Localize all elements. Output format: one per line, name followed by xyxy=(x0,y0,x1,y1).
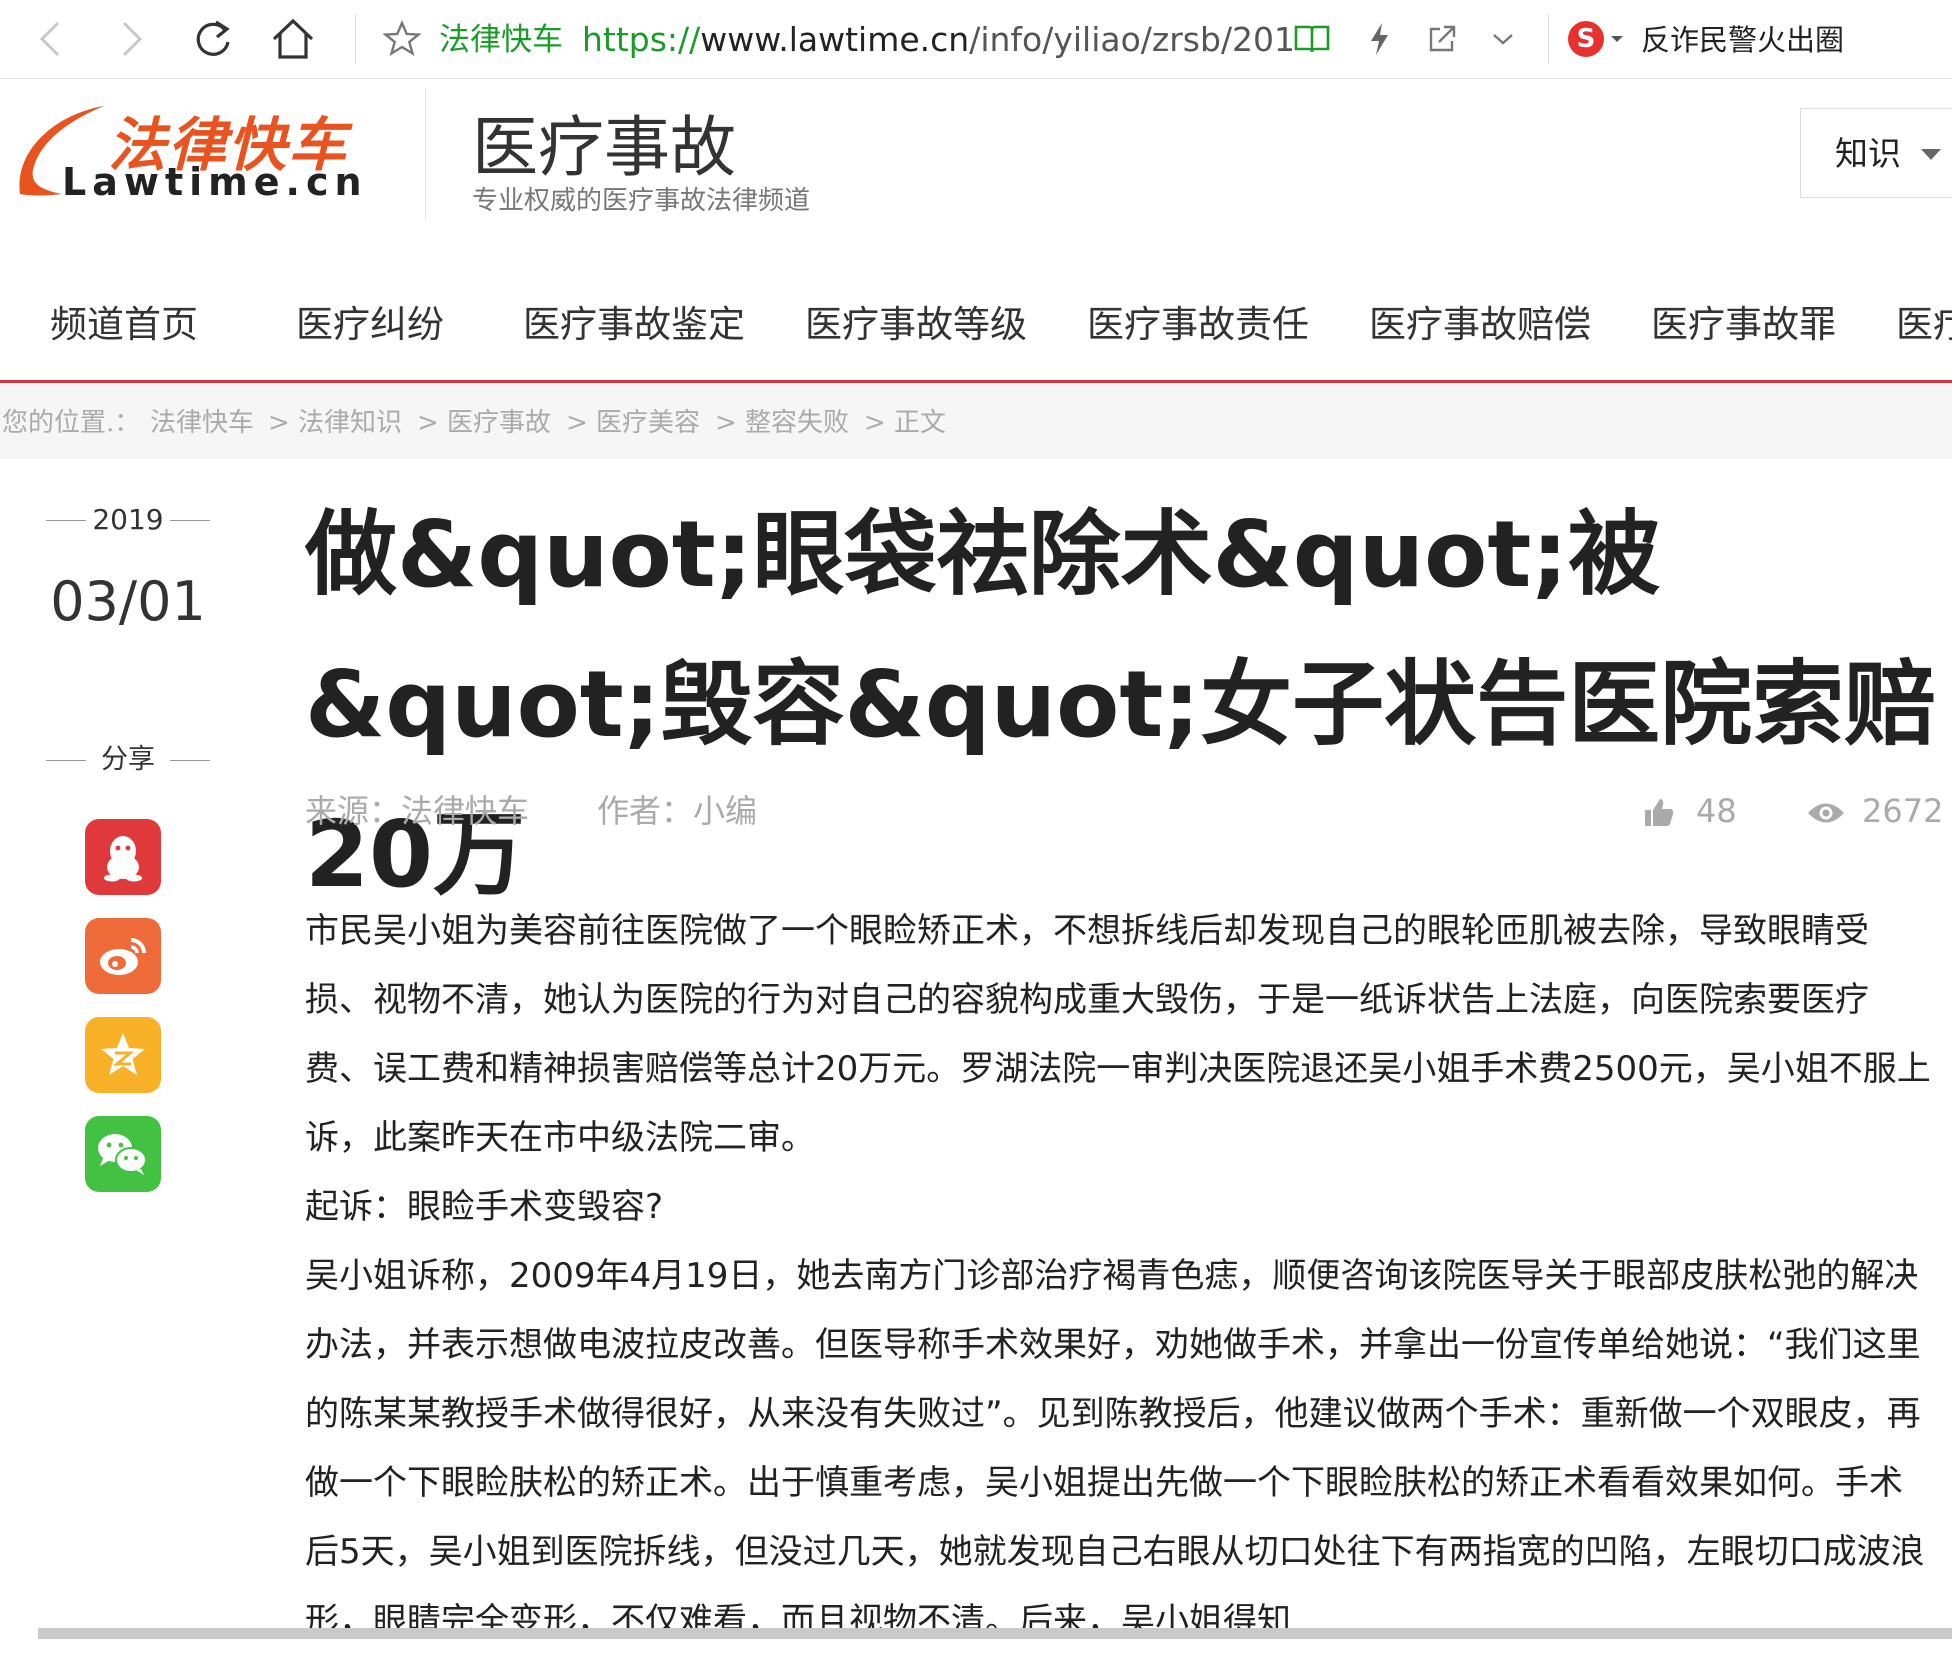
nav-item-disputes[interactable]: 医疗纠纷 xyxy=(296,270,444,380)
divider-line xyxy=(170,760,210,761)
breadcrumb-separator: > xyxy=(864,408,886,438)
eye-icon xyxy=(1808,803,1844,823)
qzone-icon xyxy=(101,1033,145,1075)
breadcrumb-separator: > xyxy=(715,408,737,438)
article-subheading: 起诉：眼睑手术变毁容? xyxy=(305,1187,664,1227)
channel-subtitle: 专业权威的医疗事故法律频道 xyxy=(472,186,811,216)
nav-item-liability[interactable]: 医疗事故责任 xyxy=(1087,270,1309,380)
book-icon xyxy=(1294,25,1330,53)
weibo-icon xyxy=(100,938,146,975)
header-divider xyxy=(425,88,426,220)
sogou-search-icon[interactable]: S xyxy=(1568,21,1604,57)
browser-toolbar: 法律快车 https://www.lawtime.cn/info/yiliao/… xyxy=(0,0,1952,79)
article-body: 市民吴小姐为美容前往医院做了一个眼睑矫正术，不想拆线后却发现自己的眼轮匝肌被去除… xyxy=(305,897,1935,1656)
breadcrumb-link[interactable]: 医疗事故 xyxy=(447,383,551,459)
article-source: 来源：法律快车 xyxy=(305,792,530,830)
toolbar-divider xyxy=(1548,14,1549,64)
chevron-left-icon xyxy=(39,21,60,57)
reload-icon xyxy=(196,20,230,56)
article-author: 作者：小编 xyxy=(597,792,758,830)
breadcrumb-prefix: 您的位置.： xyxy=(2,408,141,438)
speed-mode-button[interactable] xyxy=(1362,0,1396,78)
share-heading: 分享 xyxy=(46,740,210,780)
lightning-icon xyxy=(1371,23,1388,55)
address-site-name[interactable]: 法律快车 xyxy=(439,0,563,78)
home-button[interactable] xyxy=(268,0,318,78)
divider-line xyxy=(170,520,210,521)
url-host: www.lawtime.cn xyxy=(700,20,970,59)
share-qzone-button[interactable] xyxy=(85,1017,161,1093)
nav-item-grade[interactable]: 医疗事故等级 xyxy=(805,270,1027,380)
toolbar-divider xyxy=(355,14,356,64)
share-icon xyxy=(1429,25,1456,52)
caret-down-icon xyxy=(1921,149,1941,160)
share-weibo-button[interactable] xyxy=(85,918,161,994)
article-paragraph: 吴小姐诉称，2009年4月19日，她去南方门诊部治疗褐青色痣，顺便咨询该院医导关… xyxy=(305,1256,1925,1641)
horizontal-scrollbar[interactable] xyxy=(38,1628,1952,1639)
channel-title[interactable]: 医疗事故 xyxy=(472,94,736,190)
thumbs-up-icon[interactable] xyxy=(1643,796,1675,828)
reader-mode-button[interactable] xyxy=(1290,0,1334,78)
nav-item-more[interactable]: 医疗 xyxy=(1896,270,1952,380)
star-icon xyxy=(383,20,421,57)
home-icon xyxy=(272,18,314,59)
article-paragraph: 市民吴小姐为美容前往医院做了一个眼睑矫正术，不想拆线后却发现自己的眼轮匝肌被去除… xyxy=(305,911,1931,1158)
nav-item-crime[interactable]: 医疗事故罪 xyxy=(1651,270,1836,380)
qq-icon xyxy=(104,836,142,882)
channel-nav: 频道首页 医疗纠纷 医疗事故鉴定 医疗事故等级 医疗事故责任 医疗事故赔偿 医疗… xyxy=(0,270,1952,383)
url-path: /info/yiliao/zrsb/201 xyxy=(969,20,1296,59)
breadcrumb-separator: > xyxy=(268,408,290,438)
breadcrumb: 您的位置.： 法律快车 > 法律知识 > 医疗事故 > 医疗美容 > 整容失败 … xyxy=(0,383,1952,459)
chevron-down-icon xyxy=(1493,34,1513,45)
wechat-icon xyxy=(98,1134,147,1175)
nav-item-home[interactable]: 频道首页 xyxy=(50,270,198,380)
breadcrumb-link[interactable]: 法律知识 xyxy=(298,383,402,459)
breadcrumb-link[interactable]: 医疗美容 xyxy=(596,383,700,459)
search-suggestion-text[interactable]: 反诈民警火出圈 xyxy=(1641,0,1844,78)
publish-year: 2019 xyxy=(46,500,210,540)
search-type-select[interactable]: 知识 xyxy=(1800,108,1952,198)
breadcrumb-separator: > xyxy=(417,408,439,438)
url-scheme: https:// xyxy=(582,20,701,59)
breadcrumb-current: 正文 xyxy=(894,408,947,438)
logo-english-text: Lawtime.cn xyxy=(62,160,368,204)
view-count: 2672 xyxy=(1862,792,1944,830)
nav-item-compensation[interactable]: 医疗事故赔偿 xyxy=(1369,270,1591,380)
caret-down-icon xyxy=(1611,36,1623,42)
reload-button[interactable] xyxy=(190,0,236,78)
forward-button[interactable] xyxy=(112,0,152,78)
breadcrumb-link[interactable]: 整容失败 xyxy=(745,383,849,459)
share-qq-button[interactable] xyxy=(85,819,161,895)
back-button[interactable] xyxy=(30,0,70,78)
share-page-button[interactable] xyxy=(1422,0,1462,78)
share-wechat-button[interactable] xyxy=(85,1116,161,1192)
address-bar-url[interactable]: https://www.lawtime.cn/info/yiliao/zrsb/… xyxy=(582,0,1295,78)
more-dropdown-button[interactable] xyxy=(1488,0,1518,78)
search-type-label: 知识 xyxy=(1835,134,1901,173)
breadcrumb-separator: > xyxy=(566,408,588,438)
breadcrumb-link[interactable]: 法律快车 xyxy=(150,383,254,459)
publish-date: 03/01 xyxy=(50,570,206,633)
bookmark-star-button[interactable] xyxy=(382,0,422,78)
search-engine-dropdown[interactable] xyxy=(1608,0,1626,78)
nav-item-appraisal[interactable]: 医疗事故鉴定 xyxy=(523,270,745,380)
article-title: 做&quot;眼袋祛除术&quot;被&quot;毁容&quot;女子状告医院索… xyxy=(305,501,1937,908)
like-count: 48 xyxy=(1696,792,1737,830)
chevron-right-icon xyxy=(122,21,143,57)
